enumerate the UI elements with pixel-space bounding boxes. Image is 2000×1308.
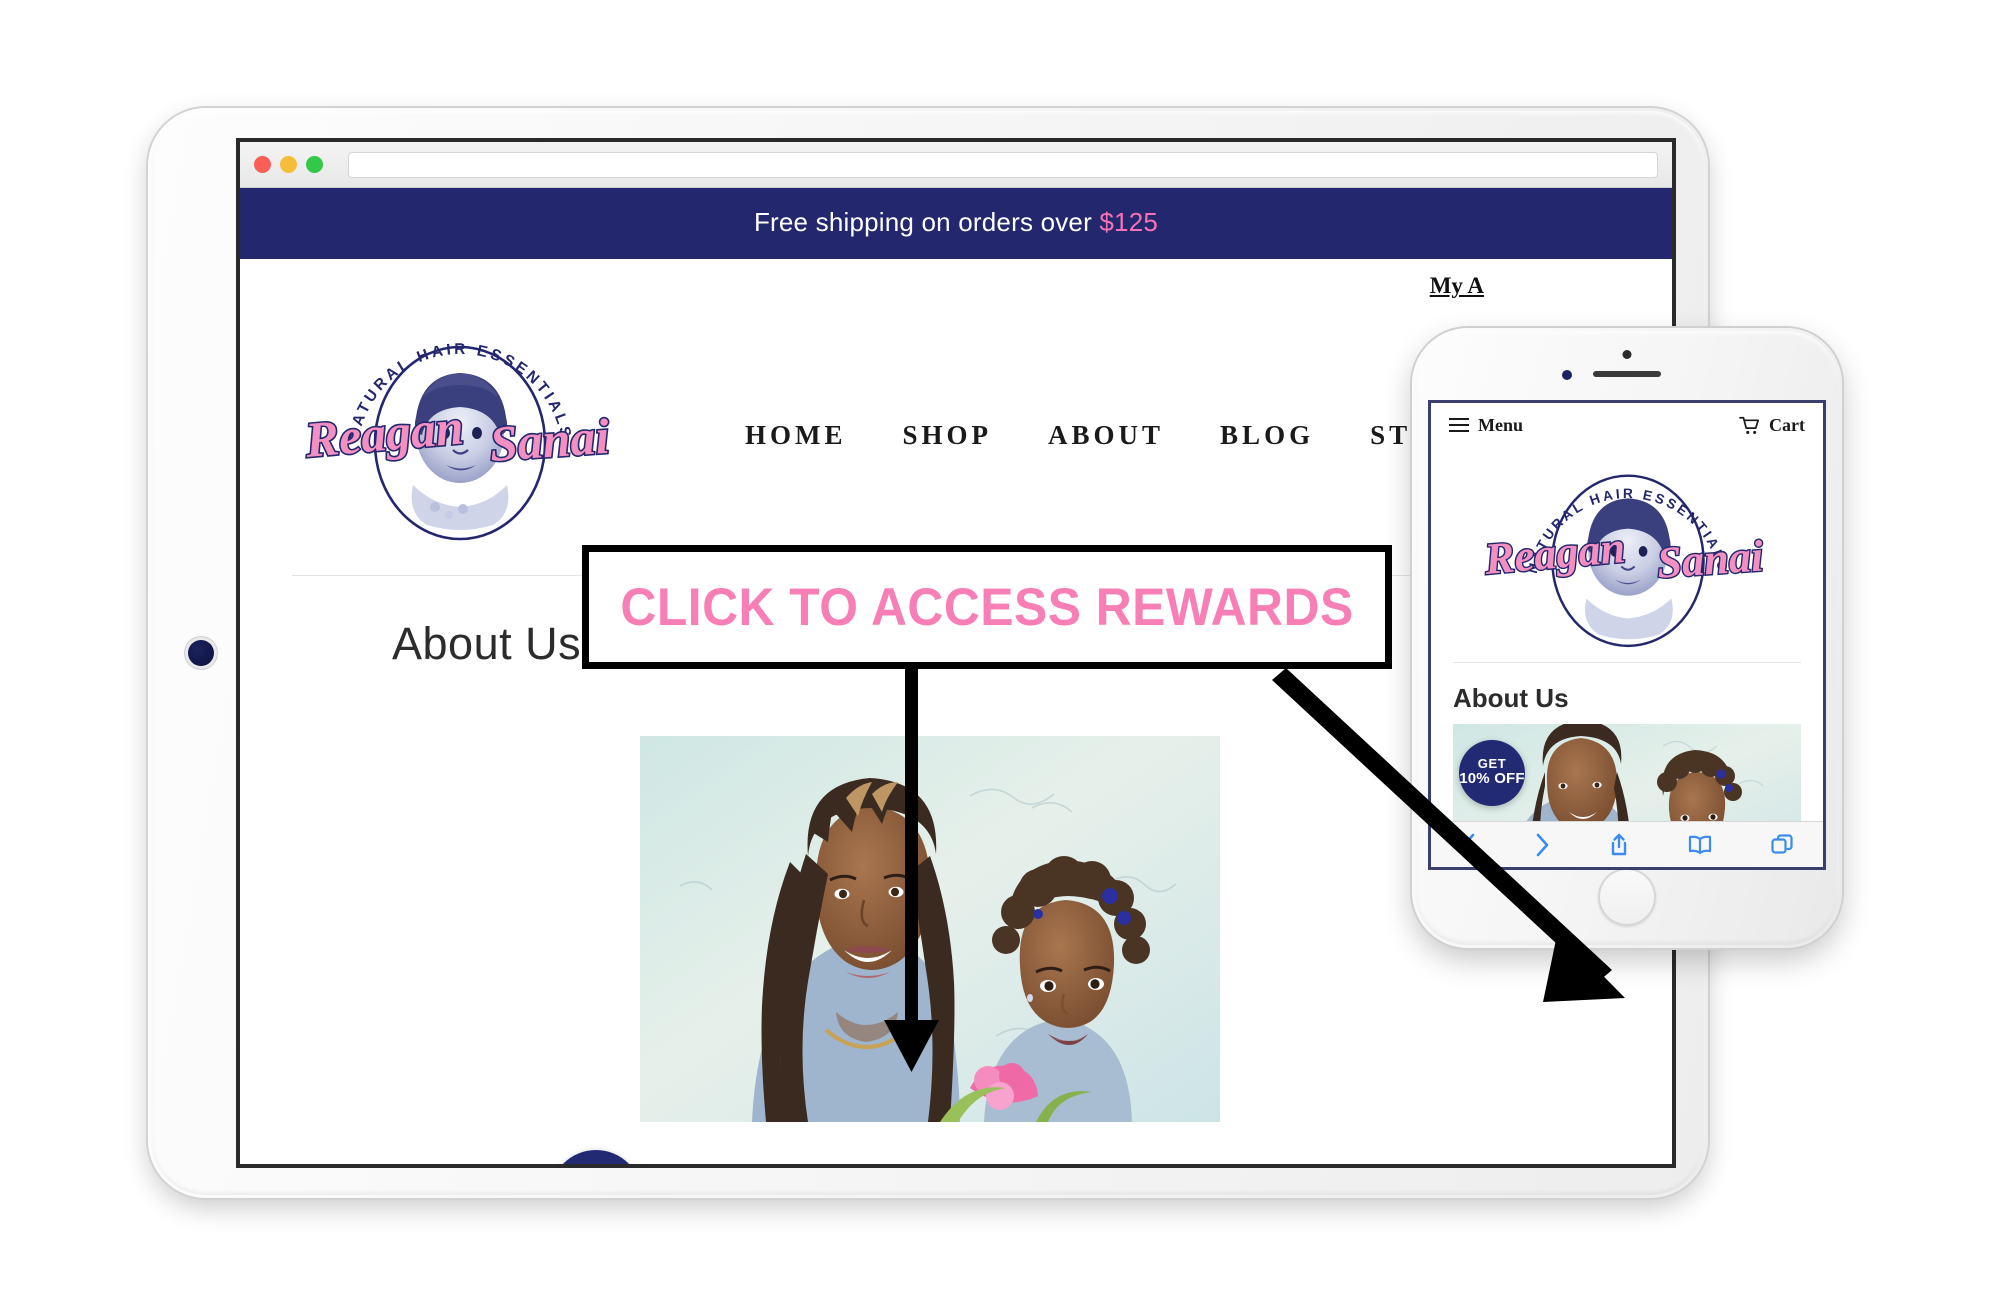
proximity-sensor-icon (1562, 370, 1572, 380)
mobile-badge-line-1: GET (1477, 755, 1507, 771)
account-row: My A (240, 259, 1672, 321)
mobile-topbar: Menu Cart (1431, 403, 1823, 447)
safari-toolbar (1431, 821, 1823, 867)
menu-label: Menu (1478, 414, 1523, 435)
callout-box: CLICK TO ACCESS REWARDS (582, 545, 1392, 669)
earn-rewards-tooltip[interactable]: Earn Rewards (830, 1164, 985, 1168)
earpiece-speaker (1593, 371, 1661, 377)
mobile-header-divider (1453, 661, 1801, 663)
cart-label: Cart (1769, 414, 1805, 435)
phone-device: Menu Cart NATURAL HAIR ESSENTIALS Reagan… (1412, 328, 1842, 948)
nav-item-about[interactable]: ABOUT (1048, 420, 1164, 451)
get-10-percent-off-badge[interactable]: GET 10% OFF (550, 1150, 642, 1164)
mobile-get-10-percent-off-badge[interactable]: GET 10% OFF (1459, 739, 1525, 806)
close-dot[interactable] (254, 156, 271, 173)
cart-icon (1739, 416, 1760, 434)
minimize-dot[interactable] (280, 156, 297, 173)
announcement-text: Free shipping on orders over (753, 207, 1100, 237)
about-photo (640, 736, 1220, 1122)
browser-chrome (240, 142, 1672, 188)
back-icon[interactable] (1461, 833, 1476, 857)
phone-home-button[interactable] (1598, 868, 1656, 926)
mobile-badge-line-2: 10% OFF (1459, 770, 1525, 788)
callout-text: CLICK TO ACCESS REWARDS (620, 577, 1354, 637)
phone-screen: Menu Cart NATURAL HAIR ESSENTIALS Reagan… (1428, 400, 1826, 870)
my-account-link[interactable]: My A (1430, 273, 1484, 299)
tabs-icon[interactable] (1771, 833, 1793, 856)
screenshot-root: Free shipping on orders over $125 My A N… (0, 0, 2000, 1308)
svg-text:Sanai: Sanai (488, 408, 611, 472)
mobile-site-logo[interactable]: NATURAL HAIR ESSENTIALS Reagan Sanai (1431, 447, 1823, 662)
mobile-cart-button[interactable]: Cart (1739, 415, 1805, 436)
nav-item-shop[interactable]: SHOP (903, 420, 993, 451)
hamburger-icon (1449, 417, 1469, 433)
maximize-dot[interactable] (306, 156, 323, 173)
mobile-page-title: About Us (1453, 682, 1569, 713)
mobile-menu-button[interactable]: Menu (1449, 415, 1523, 436)
announcement-amount: $125 (1099, 207, 1159, 237)
front-camera-icon (1622, 350, 1632, 359)
svg-text:Sanai: Sanai (1655, 530, 1765, 587)
bookmarks-icon[interactable] (1688, 835, 1712, 855)
url-input[interactable] (348, 151, 1658, 178)
forward-icon[interactable] (1535, 833, 1550, 857)
announcement-bar: Free shipping on orders over $125 (240, 188, 1672, 259)
tablet-home-button[interactable] (188, 640, 214, 666)
share-icon[interactable] (1609, 833, 1629, 857)
site-logo[interactable]: NATURAL HAIR ESSENTIALS Reagan Sanai (295, 325, 625, 545)
nav-item-home[interactable]: HOME (745, 420, 847, 451)
logo-script-right: Sanai (486, 406, 612, 473)
nav-item-blog[interactable]: BLOG (1220, 420, 1314, 451)
